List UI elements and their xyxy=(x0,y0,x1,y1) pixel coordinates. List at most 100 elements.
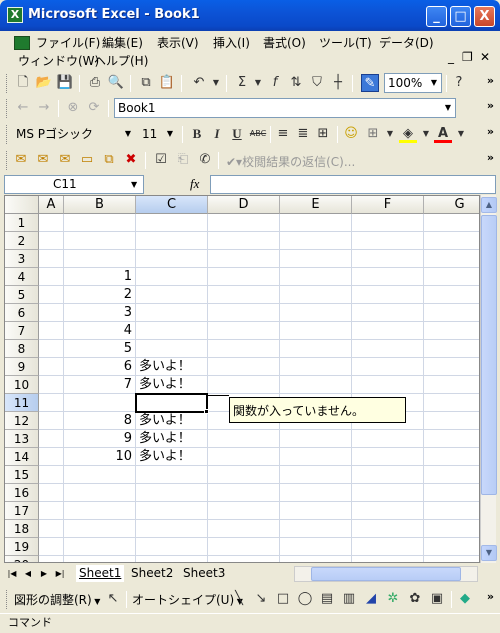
cell-b4[interactable]: 1 xyxy=(64,268,132,286)
sheet-tab-sheet1[interactable]: Sheet1 xyxy=(76,565,125,582)
toolbar-grip[interactable] xyxy=(6,151,9,170)
undo-icon[interactable]: ↶ xyxy=(190,74,208,92)
arrow-icon[interactable]: ↘ xyxy=(252,590,270,608)
doc-minimize-button[interactable]: _ xyxy=(448,50,454,64)
font-size-select[interactable]: 11 ▼ xyxy=(138,124,178,144)
delete-comment-icon[interactable]: ✖ xyxy=(122,151,140,169)
row-header-5[interactable]: 5 xyxy=(5,286,39,304)
italic-button[interactable]: I xyxy=(208,125,226,143)
next-comment-icon[interactable]: ✉ xyxy=(56,151,74,169)
cell-c9[interactable]: 多いよ！ xyxy=(139,358,191,376)
refresh-icon[interactable]: ⟳ xyxy=(85,99,103,117)
oval-icon[interactable]: ◯ xyxy=(296,590,314,608)
cell-c10[interactable]: 多いよ！ xyxy=(139,376,191,394)
vertical-textbox-icon[interactable]: ▥ xyxy=(340,590,358,608)
fill-color-icon[interactable]: ◈ xyxy=(399,125,417,143)
fill-color-icon[interactable]: ◆ xyxy=(456,590,474,608)
row-header-6[interactable]: 6 xyxy=(5,304,39,322)
menu-help[interactable]: ヘルプ(H) xyxy=(94,52,148,69)
toolbar-grip[interactable] xyxy=(6,74,9,93)
new-icon[interactable]: 🗋 xyxy=(14,74,32,92)
bold-button[interactable]: B xyxy=(188,125,206,143)
font-name-select[interactable]: MS Pゴシック ▼ xyxy=(12,124,136,144)
cell-b13[interactable]: 9 xyxy=(64,430,132,448)
formula-input[interactable] xyxy=(210,175,496,194)
toolbar-overflow-chevron[interactable]: » xyxy=(487,590,494,603)
column-header-d[interactable]: D xyxy=(208,196,280,214)
scroll-up-icon[interactable]: ▲ xyxy=(481,197,497,213)
chevron-down-icon[interactable]: ▼ xyxy=(417,125,435,143)
cell-b5[interactable]: 2 xyxy=(64,286,132,304)
zoom-select[interactable]: 100% ▼ xyxy=(384,73,442,93)
column-header-e[interactable]: E xyxy=(280,196,352,214)
row-header-13[interactable]: 13 xyxy=(5,430,39,448)
address-field[interactable]: Book1 ▼ xyxy=(114,98,456,118)
first-sheet-icon[interactable]: |◀ xyxy=(6,567,18,581)
horizontal-scrollbar[interactable] xyxy=(294,566,478,582)
forward-icon[interactable]: → xyxy=(35,99,53,117)
column-header-c[interactable]: C xyxy=(136,196,208,214)
menu-insert[interactable]: 挿入(I) xyxy=(213,34,250,51)
previous-comment-icon[interactable]: ✉ xyxy=(34,151,52,169)
horizontal-scroll-thumb[interactable] xyxy=(311,567,461,581)
filter-icon[interactable]: ⛉ xyxy=(308,74,326,92)
wordart-icon[interactable]: ◢ xyxy=(362,590,380,608)
sheet-tab-sheet2[interactable]: Sheet2 xyxy=(128,565,176,582)
open-icon[interactable]: 📂 xyxy=(35,74,53,92)
draw-menu-button[interactable]: 図形の調整(R) ▼ xyxy=(14,591,100,608)
menu-format[interactable]: 書式(O) xyxy=(263,34,306,51)
task-icon[interactable]: ☑ xyxy=(152,151,170,169)
print-icon[interactable]: ⎙ xyxy=(86,74,104,92)
sheet-tab-sheet3[interactable]: Sheet3 xyxy=(180,565,228,582)
cell-b10[interactable]: 7 xyxy=(64,376,132,394)
textbox-icon[interactable]: ▤ xyxy=(318,590,336,608)
maximize-button[interactable]: □ xyxy=(450,6,471,27)
name-box[interactable]: C11 ▼ xyxy=(4,175,144,194)
row-header-14[interactable]: 14 xyxy=(5,448,39,466)
menu-window[interactable]: ウィンドウ(W) xyxy=(18,52,99,69)
sort-ascending-icon[interactable]: ⇅ xyxy=(287,74,305,92)
menu-data[interactable]: データ(D) xyxy=(379,34,434,51)
doc-close-button[interactable]: ✕ xyxy=(480,50,490,64)
menu-tools[interactable]: ツール(T) xyxy=(319,34,372,51)
show-comment-icon[interactable]: ▭ xyxy=(78,151,96,169)
underline-button[interactable]: U xyxy=(228,125,246,143)
strikethrough-button[interactable]: ABC xyxy=(247,125,269,143)
toolbar-grip[interactable] xyxy=(6,125,9,144)
row-header-1[interactable]: 1 xyxy=(5,214,39,232)
stop-icon[interactable]: ⊗ xyxy=(64,99,82,117)
picture-icon[interactable]: ▣ xyxy=(428,590,446,608)
column-header-b[interactable]: B xyxy=(64,196,136,214)
fill-handle[interactable] xyxy=(204,409,209,414)
row-header-2[interactable]: 2 xyxy=(5,232,39,250)
show-all-comments-icon[interactable]: ⧉ xyxy=(100,151,118,169)
diagram-icon[interactable]: ✲ xyxy=(384,590,402,608)
worksheet-grid[interactable]: A B C D E F G 1 2 3 4 5 6 7 8 9 10 11 12… xyxy=(4,195,480,563)
menu-edit[interactable]: 編集(E) xyxy=(102,34,143,51)
cell-b12[interactable]: 8 xyxy=(64,412,132,430)
minimize-button[interactable]: _ xyxy=(426,6,447,27)
row-header-17[interactable]: 17 xyxy=(5,502,39,520)
row-header-12[interactable]: 12 xyxy=(5,412,39,430)
row-header-19[interactable]: 19 xyxy=(5,538,39,556)
menu-view[interactable]: 表示(V) xyxy=(157,34,199,51)
row-header-8[interactable]: 8 xyxy=(5,340,39,358)
workbook-icon[interactable] xyxy=(14,36,30,50)
drawing-toggle-icon[interactable]: ✎ xyxy=(361,74,379,92)
clipart-icon[interactable]: ✿ xyxy=(406,590,424,608)
borders-icon[interactable]: ┼ xyxy=(329,74,347,92)
cell-b7[interactable]: 4 xyxy=(64,322,132,340)
autosum-dropdown-icon[interactable]: ▼ xyxy=(249,74,267,92)
copy-icon[interactable]: ⧉ xyxy=(137,74,155,92)
select-all-button[interactable] xyxy=(5,196,39,214)
cell-c13[interactable]: 多いよ！ xyxy=(139,430,191,448)
cell-b9[interactable]: 6 xyxy=(64,358,132,376)
cell-comment[interactable]: 関数が入っていません。 xyxy=(229,397,406,423)
column-header-f[interactable]: F xyxy=(352,196,424,214)
font-color-icon[interactable]: A xyxy=(434,125,452,143)
update-file-icon[interactable]: ⎗ xyxy=(174,151,192,169)
paste-icon[interactable]: 📋 xyxy=(158,74,176,92)
column-header-g[interactable]: G xyxy=(424,196,479,214)
row-header-15[interactable]: 15 xyxy=(5,466,39,484)
active-cell-c11[interactable] xyxy=(135,393,208,413)
